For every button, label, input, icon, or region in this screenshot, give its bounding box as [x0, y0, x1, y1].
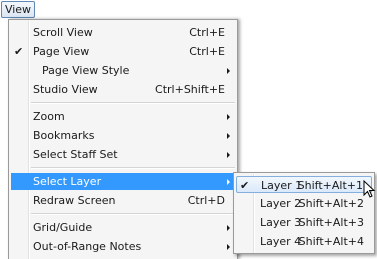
- menu-item-redraw-screen[interactable]: Redraw Screen Ctrl+D: [11, 192, 235, 209]
- menu-item-shortcut: Ctrl+Shift+E: [155, 83, 225, 96]
- menu-item-shortcut: Shift+Alt+2: [298, 197, 364, 210]
- menu-item-page-view[interactable]: ✔ Page View Ctrl+E: [11, 43, 235, 60]
- menu-item-layer-3[interactable]: Layer 3 Shift+Alt+3: [236, 214, 372, 231]
- menu-item-grid-guide[interactable]: Grid/Guide: [11, 219, 235, 236]
- submenu-arrow-icon: [227, 133, 230, 139]
- menu-item-label: Studio View: [33, 83, 98, 96]
- menu-separator: [31, 167, 235, 169]
- menu-item-label: Layer 2: [260, 197, 302, 210]
- submenu-arrow-icon: [227, 152, 230, 158]
- menu-item-shortcut: Shift+Alt+1: [297, 179, 363, 192]
- menu-item-label: Layer 1: [261, 179, 303, 192]
- view-menu: Scroll View Ctrl+E ✔ Page View Ctrl+E Pa…: [8, 19, 238, 259]
- menu-item-layer-2[interactable]: Layer 2 Shift+Alt+2: [236, 195, 372, 212]
- menu-item-bookmarks[interactable]: Bookmarks: [11, 127, 235, 144]
- menu-item-label: Scroll View: [33, 26, 93, 39]
- menu-item-label: Page View Style: [42, 64, 130, 77]
- menu-item-shortcut: Shift+Alt+3: [298, 216, 364, 229]
- submenu-arrow-icon: [227, 244, 230, 250]
- mouse-cursor-icon: [363, 180, 376, 198]
- menu-item-shortcut: Ctrl+E: [189, 45, 225, 58]
- checkmark-icon: ✔: [14, 45, 24, 58]
- menu-item-label: Grid/Guide: [33, 221, 93, 234]
- menu-item-select-layer[interactable]: Select Layer: [11, 173, 235, 190]
- menu-item-page-view-style[interactable]: Page View Style: [11, 62, 235, 79]
- menu-item-out-of-range-notes[interactable]: Out-of-Range Notes: [11, 238, 235, 255]
- menu-item-layer-1[interactable]: ✔ Layer 1 Shift+Alt+1: [236, 176, 372, 193]
- menu-item-studio-view[interactable]: Studio View Ctrl+Shift+E: [11, 81, 235, 98]
- select-layer-submenu: ✔ Layer 1 Shift+Alt+1 Layer 2 Shift+Alt+…: [233, 172, 375, 254]
- menu-item-label: Layer 3: [260, 216, 302, 229]
- checkmark-icon: ✔: [240, 179, 250, 192]
- menu-item-label: Select Staff Set: [33, 148, 118, 161]
- submenu-arrow-icon: [227, 179, 230, 185]
- menu-item-label: Bookmarks: [33, 129, 95, 142]
- menu-separator: [31, 102, 235, 104]
- submenu-arrow-icon: [227, 114, 230, 120]
- menu-item-label: Select Layer: [33, 175, 102, 188]
- menu-item-label: Page View: [33, 45, 90, 58]
- menu-item-shortcut: Shift+Alt+4: [298, 235, 364, 248]
- menu-item-scroll-view[interactable]: Scroll View Ctrl+E: [11, 24, 235, 41]
- menu-item-zoom[interactable]: Zoom: [11, 108, 235, 125]
- menu-item-label: Zoom: [33, 110, 65, 123]
- view-menu-button[interactable]: View: [1, 1, 35, 18]
- menu-item-shortcut: Ctrl+E: [189, 26, 225, 39]
- menu-item-label: Out-of-Range Notes: [33, 240, 142, 253]
- menu-separator: [31, 213, 235, 215]
- menu-item-label: Redraw Screen: [33, 194, 116, 207]
- menu-item-shortcut: Ctrl+D: [187, 194, 225, 207]
- menu-item-select-staff-set[interactable]: Select Staff Set: [11, 146, 235, 163]
- menu-item-label: Layer 4: [260, 235, 302, 248]
- menu-item-layer-4[interactable]: Layer 4 Shift+Alt+4: [236, 233, 372, 250]
- submenu-arrow-icon: [227, 225, 230, 231]
- submenu-arrow-icon: [227, 68, 230, 74]
